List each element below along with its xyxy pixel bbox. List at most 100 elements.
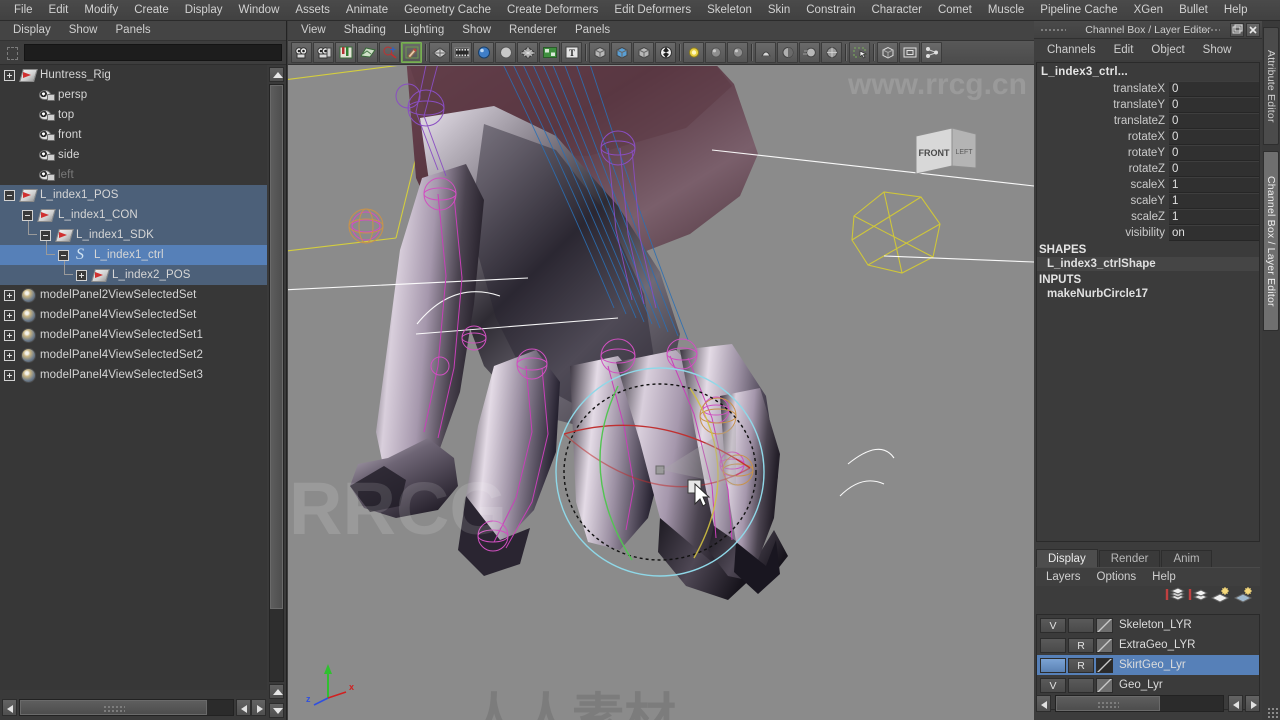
menu-item-comet[interactable]: Comet [930,0,980,20]
menu-item-skeleton[interactable]: Skeleton [699,0,760,20]
expand-toggle-icon[interactable] [4,189,15,201]
scroll-down-button[interactable] [269,703,284,718]
menu-item-constrain[interactable]: Constrain [798,0,863,20]
channel-box-menu-item-show[interactable]: Show [1194,40,1241,60]
bookmark-icon[interactable] [335,42,356,63]
camera-attributes-icon[interactable] [313,42,334,63]
menu-item-geometry-cache[interactable]: Geometry Cache [396,0,499,20]
expand-toggle-icon[interactable] [76,269,87,281]
layer-mode-toggle[interactable]: R [1068,637,1094,653]
menu-item-xgen[interactable]: XGen [1126,0,1171,20]
channel-attribute-label[interactable]: rotateX [1037,129,1169,145]
viewport-3d-canvas[interactable]: www.rrcg.cnRRCGRRCG人人素材人人素材人人素材 FRONT LE… [288,66,1034,720]
hardware-texturing-icon[interactable] [655,42,676,63]
scroll-step-up-button[interactable] [269,684,284,699]
channel-value-field[interactable]: 0 [1169,161,1259,177]
channel-value-field[interactable]: 0 [1169,145,1259,161]
viewport-menu-item-shading[interactable]: Shading [335,21,395,40]
outliner-row[interactable]: side [0,145,268,165]
channel-attribute-label[interactable]: scaleY [1037,193,1169,209]
hypershade-icon[interactable] [921,42,942,63]
menu-item-create[interactable]: Create [126,0,177,20]
scroll-left-button[interactable] [2,698,17,716]
channel-attribute-label[interactable]: scaleX [1037,177,1169,193]
channel-box-menu-item-channels[interactable]: Channels [1038,40,1105,60]
channel-row[interactable]: scaleX 1 [1037,177,1259,193]
outliner-horizontal-scrollbar[interactable] [0,694,268,720]
layer-tab-anim[interactable]: Anim [1161,550,1212,567]
menu-item-edit[interactable]: Edit [41,0,77,20]
motion-blur-icon[interactable] [799,42,820,63]
grease-pencil-icon[interactable] [401,42,422,63]
outliner-row[interactable]: L_index2_POS [0,261,268,285]
light-on-icon[interactable] [683,42,704,63]
shape-node-item[interactable]: L_index3_ctrlShape [1037,257,1259,271]
menu-item-file[interactable]: File [6,0,41,20]
menu-item-window[interactable]: Window [230,0,287,20]
layer-row[interactable]: R SkirtGeo_Lyr [1037,655,1259,675]
undock-panel-button[interactable] [1230,22,1244,37]
menu-item-modify[interactable]: Modify [76,0,126,20]
menu-item-character[interactable]: Character [863,0,930,20]
outliner-row[interactable]: modelPanel2ViewSelectedSet [0,285,268,305]
layer-visibility-toggle[interactable]: V [1040,677,1066,693]
channel-attribute-label[interactable]: translateX [1037,81,1169,97]
outliner-search-input[interactable] [24,44,282,61]
outliner-row[interactable]: L_index1_SDK [0,221,268,245]
outliner-row[interactable]: L_index1_CON [0,205,268,225]
layer-visibility-toggle[interactable] [1040,657,1066,673]
expand-toggle-icon[interactable] [4,309,15,321]
layer-scroll-thumb[interactable] [1056,695,1160,711]
menu-item-animate[interactable]: Animate [338,0,396,20]
menu-item-help[interactable]: Help [1216,0,1256,20]
channel-attribute-list[interactable]: translateX 0 translateY 0 translateZ 0 rotateX… [1037,81,1259,241]
layer-row[interactable]: V Skeleton_LYR [1037,615,1259,635]
expand-toggle-icon[interactable] [22,209,33,221]
menu-item-assets[interactable]: Assets [287,0,338,20]
outliner-menu-item-show[interactable]: Show [60,21,107,40]
channel-value-field[interactable]: 0 [1169,97,1259,113]
layer-step-right-button[interactable] [1245,694,1260,712]
menu-item-display[interactable]: Display [177,0,231,20]
layer-tab-render[interactable]: Render [1098,550,1161,567]
viewport-menu-item-view[interactable]: View [292,21,335,40]
v-scroll-track[interactable] [269,84,284,682]
shadows-icon[interactable] [755,42,776,63]
outliner-row[interactable]: modelPanel4ViewSelectedSet [0,305,268,325]
outliner-row[interactable]: L_index1_POS [0,185,268,205]
scroll-step-left-button[interactable] [236,698,251,716]
menu-item-pipeline-cache[interactable]: Pipeline Cache [1032,0,1125,20]
channel-row[interactable]: rotateX 0 [1037,129,1259,145]
layer-tab-display[interactable]: Display [1036,549,1098,567]
channel-attribute-label[interactable]: translateZ [1037,113,1169,129]
channel-value-field[interactable]: 1 [1169,193,1259,209]
window-resize-grip[interactable] [1267,707,1279,719]
layer-color-swatch[interactable] [1096,617,1113,633]
outliner-row[interactable]: modelPanel4ViewSelectedSet2 [0,345,268,365]
film-gate-icon[interactable] [451,42,472,63]
layer-color-swatch[interactable] [1096,657,1113,673]
texture-icon[interactable] [539,42,560,63]
layer-menu-item-options[interactable]: Options [1089,568,1145,586]
layer-color-swatch[interactable] [1096,637,1113,653]
channel-row[interactable]: translateZ 0 [1037,113,1259,129]
wireframe-shading-icon[interactable] [429,42,450,63]
channel-attribute-label[interactable]: scaleZ [1037,209,1169,225]
expand-toggle-icon[interactable] [4,69,15,81]
outliner-row[interactable]: modelPanel4ViewSelectedSet1 [0,325,268,345]
layer-visibility-toggle[interactable] [1040,637,1066,653]
menu-item-edit-deformers[interactable]: Edit Deformers [606,0,699,20]
channel-value-field[interactable]: 0 [1169,129,1259,145]
channel-value-field[interactable]: 0 [1169,113,1259,129]
new-layer-lights-icon[interactable] [1210,587,1231,607]
drag-dots-right[interactable] [1194,28,1220,33]
outliner-row[interactable]: left [0,165,268,185]
smooth-shade-all-icon[interactable] [473,42,494,63]
channel-box[interactable]: L_index3_ctrl... translateX 0 translateY 0 t… [1036,62,1260,542]
new-layer-lights-alt-icon[interactable] [1233,587,1254,607]
channel-attribute-label[interactable]: rotateY [1037,145,1169,161]
channel-value-field[interactable]: 1 [1169,209,1259,225]
channel-row[interactable]: translateX 0 [1037,81,1259,97]
menu-item-muscle[interactable]: Muscle [980,0,1032,20]
channel-row[interactable]: rotateY 0 [1037,145,1259,161]
